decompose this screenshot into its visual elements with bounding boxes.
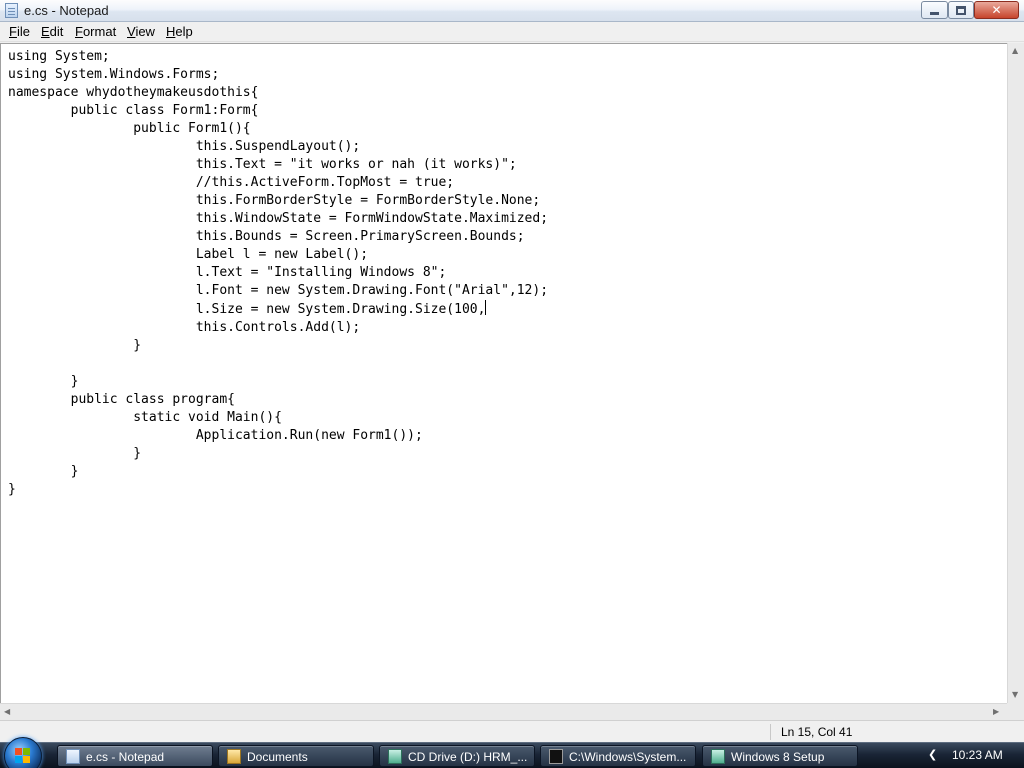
menu-format[interactable]: Format: [75, 24, 116, 39]
minimize-button[interactable]: [921, 1, 948, 19]
scroll-down-icon[interactable]: ▼: [1012, 690, 1018, 699]
cd-drive-icon: [388, 749, 402, 764]
close-icon: ✕: [991, 3, 1002, 17]
code-line: }: [8, 464, 79, 479]
taskbar-button-console[interactable]: C:\Windows\System...: [540, 745, 696, 767]
folder-icon: [227, 749, 241, 764]
code-line: this.Controls.Add(l);: [8, 320, 361, 335]
scrollbar-corner: [1007, 703, 1024, 720]
code-line: this.Text = "it works or nah (it works)"…: [8, 157, 517, 172]
taskbar-label: Windows 8 Setup: [731, 750, 825, 764]
code-line: this.FormBorderStyle = FormBorderStyle.N…: [8, 193, 541, 208]
vertical-scrollbar[interactable]: ▲ ▼: [1007, 43, 1024, 703]
title-bar[interactable]: e.cs - Notepad ✕: [0, 0, 1024, 22]
status-divider: [770, 724, 771, 740]
code-line: l.Size = new System.Drawing.Size(100,: [8, 300, 487, 317]
code-line: }: [8, 374, 79, 389]
start-button[interactable]: [4, 737, 42, 768]
status-bar: Ln 15, Col 41: [0, 720, 1024, 742]
taskbar-button-cd-drive[interactable]: CD Drive (D:) HRM_...: [379, 745, 535, 767]
minimize-icon: [930, 12, 939, 15]
menu-bar: File Edit Format View Help: [0, 22, 1024, 42]
clock[interactable]: 10:23 AM: [952, 748, 1003, 762]
code-line: }: [8, 338, 142, 353]
taskbar-button-documents[interactable]: Documents: [218, 745, 374, 767]
code-line: //this.ActiveForm.TopMost = true;: [8, 175, 455, 190]
code-line: this.SuspendLayout();: [8, 139, 361, 154]
maximize-button[interactable]: [948, 1, 974, 19]
code-line: public class program{: [8, 392, 235, 407]
text-caret: [485, 300, 487, 315]
taskbar-label: Documents: [247, 750, 308, 764]
windows-logo-icon: [15, 748, 31, 764]
notepad-icon: [66, 749, 80, 764]
maximize-icon: [956, 5, 966, 15]
code-line: namespace whydotheymakeusdothis{: [8, 85, 259, 100]
code-line: }: [8, 482, 16, 497]
window-title: e.cs - Notepad: [24, 3, 109, 18]
notepad-window: e.cs - Notepad ✕ File Edit Format View H…: [0, 0, 1024, 742]
code-line: Application.Run(new Form1());: [8, 428, 423, 443]
show-hidden-icons-icon[interactable]: ❮: [928, 748, 937, 761]
code-line: this.WindowState = FormWindowState.Maxim…: [8, 211, 549, 226]
scroll-up-icon[interactable]: ▲: [1012, 46, 1018, 55]
taskbar-label: e.cs - Notepad: [86, 750, 165, 764]
taskbar-label: CD Drive (D:) HRM_...: [408, 750, 528, 764]
code-line: this.Bounds = Screen.PrimaryScreen.Bound…: [8, 229, 525, 244]
code-line: static void Main(){: [8, 410, 282, 425]
console-icon: [549, 749, 563, 764]
scroll-left-icon[interactable]: ◀: [4, 707, 10, 716]
code-line: Label l = new Label();: [8, 247, 369, 262]
text-editor[interactable]: using System; using System.Windows.Forms;…: [0, 43, 1007, 703]
menu-help[interactable]: Help: [166, 24, 193, 39]
scroll-right-icon[interactable]: ▶: [993, 707, 999, 716]
taskbar: e.cs - Notepad Documents CD Drive (D:) H…: [0, 737, 1024, 768]
menu-edit[interactable]: Edit: [41, 24, 63, 39]
setup-icon: [711, 749, 725, 764]
notepad-icon: [5, 3, 18, 18]
menu-file[interactable]: File: [9, 24, 30, 39]
taskbar-label: C:\Windows\System...: [569, 750, 687, 764]
code-line: l.Text = "Installing Windows 8";: [8, 265, 447, 280]
code-text[interactable]: using System; using System.Windows.Forms;…: [8, 48, 548, 499]
code-line: using System.Windows.Forms;: [8, 67, 220, 82]
code-line: using System;: [8, 49, 110, 64]
code-line: public Form1(){: [8, 121, 251, 136]
code-line: l.Font = new System.Drawing.Font("Arial"…: [8, 283, 549, 298]
code-line: public class Form1:Form{: [8, 103, 259, 118]
cursor-position: Ln 15, Col 41: [781, 725, 853, 739]
close-button[interactable]: ✕: [974, 1, 1019, 19]
horizontal-scrollbar[interactable]: ◀ ▶: [0, 703, 1007, 720]
code-line: }: [8, 446, 142, 461]
taskbar-button-setup[interactable]: Windows 8 Setup: [702, 745, 858, 767]
menu-view[interactable]: View: [127, 24, 155, 39]
taskbar-button-notepad[interactable]: e.cs - Notepad: [57, 745, 213, 767]
